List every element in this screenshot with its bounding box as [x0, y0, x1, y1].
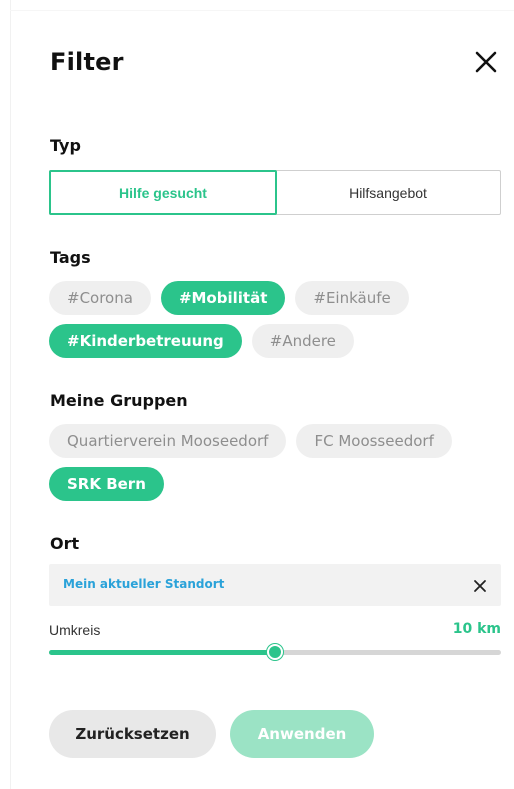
- close-button[interactable]: [474, 50, 498, 74]
- radius-value: 10 km: [452, 621, 501, 637]
- tag-chip-andere[interactable]: #Andere: [251, 324, 354, 358]
- apply-button[interactable]: Anwenden: [230, 710, 374, 758]
- group-chip-quartierverein[interactable]: Quartierverein Mooseedorf: [49, 424, 287, 458]
- panel-edge: [10, 0, 11, 789]
- type-segmented-control: Hilfe gesucht Hilfsangebot: [49, 170, 501, 215]
- section-label-tags: Tags: [50, 248, 91, 267]
- section-label-type: Typ: [50, 136, 81, 155]
- radius-slider[interactable]: [49, 644, 501, 660]
- section-label-groups: Meine Gruppen: [50, 391, 188, 410]
- group-chip-srk-bern[interactable]: SRK Bern: [49, 467, 164, 501]
- type-option-help-offer[interactable]: Hilfsangebot: [276, 171, 500, 214]
- groups-row-2: SRK Bern: [49, 467, 164, 501]
- slider-fill: [49, 650, 275, 655]
- tags-row-1: #Corona #Mobilität #Einkäufe: [49, 281, 409, 315]
- tag-chip-kinderbetreuung[interactable]: #Kinderbetreuung: [49, 324, 242, 358]
- radius-label: Umkreis: [49, 622, 101, 638]
- slider-thumb[interactable]: [267, 644, 283, 660]
- tag-chip-corona[interactable]: #Corona: [49, 281, 151, 315]
- page-title: Filter: [50, 48, 124, 76]
- groups-row-1: Quartierverein Mooseedorf FC Moosseedorf: [49, 424, 452, 458]
- tag-chip-einkaeufe[interactable]: #Einkäufe: [295, 281, 409, 315]
- group-chip-fc-moosseedorf[interactable]: FC Moosseedorf: [296, 424, 452, 458]
- location-clear-button[interactable]: [473, 578, 487, 592]
- section-label-location: Ort: [50, 534, 80, 553]
- tag-chip-mobilitaet[interactable]: #Mobilität: [160, 281, 286, 315]
- tags-row-2: #Kinderbetreuung #Andere: [49, 324, 354, 358]
- type-option-help-wanted[interactable]: Hilfe gesucht: [49, 170, 277, 215]
- location-value: Mein aktueller Standort: [63, 577, 225, 591]
- panel-edge-top: [10, 10, 514, 11]
- close-icon: [474, 580, 486, 592]
- close-icon: [475, 51, 497, 73]
- filter-header: Filter: [50, 44, 502, 80]
- location-field[interactable]: Mein aktueller Standort: [49, 564, 501, 606]
- reset-button[interactable]: Zurücksetzen: [49, 710, 216, 758]
